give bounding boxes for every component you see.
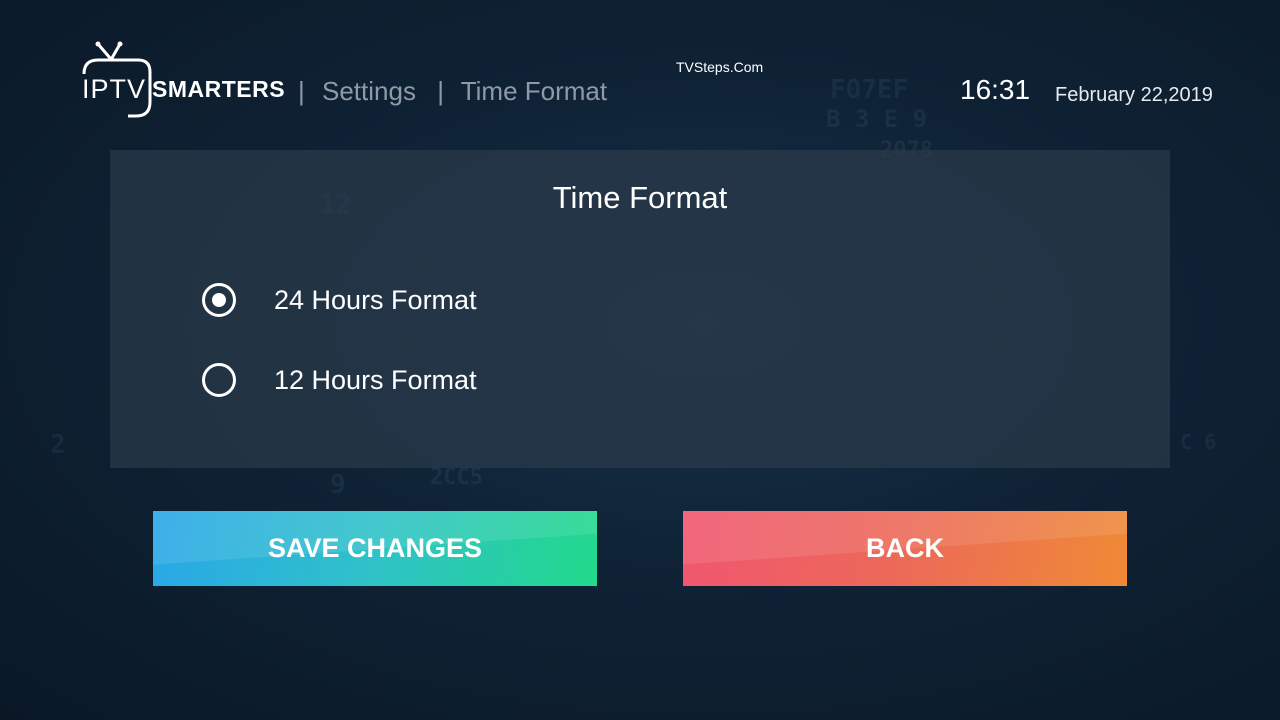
header: IPTV SMARTERS | Settings | Time Format T… [0, 0, 1280, 140]
clock: 16:31 [960, 74, 1031, 105]
logo-smarters-text: SMARTERS [152, 76, 286, 102]
option-label: 24 Hours Format [274, 284, 477, 315]
back-button[interactable]: BACK [683, 511, 1127, 586]
iptv-smarters-logo: IPTV SMARTERS [80, 40, 285, 120]
time-format-panel: Time Format 24 Hours Format 12 Hours For… [110, 150, 1170, 468]
date: February 22,2019 [1055, 84, 1213, 106]
breadcrumb: | Settings | Time Format [298, 76, 621, 107]
option-12-hours[interactable]: 12 Hours Format [202, 358, 477, 402]
radio-dot [212, 293, 226, 307]
radio-button-unchecked[interactable] [202, 363, 236, 397]
save-changes-button[interactable]: SAVE CHANGES [153, 511, 597, 586]
breadcrumb-settings[interactable]: Settings [322, 76, 416, 106]
breadcrumb-current: Time Format [460, 76, 608, 106]
panel-title: Time Format [552, 180, 728, 215]
breadcrumb-separator: | [298, 76, 305, 106]
breadcrumb-separator: | [437, 76, 444, 106]
watermark: TVSteps.Com [676, 59, 764, 75]
logo-iptv-text: IPTV [82, 74, 147, 104]
back-label: BACK [866, 533, 944, 563]
option-24-hours[interactable]: 24 Hours Format [202, 278, 477, 322]
save-changes-label: SAVE CHANGES [267, 533, 483, 563]
radio-button-checked[interactable] [202, 283, 236, 317]
option-label: 12 Hours Format [274, 364, 477, 395]
